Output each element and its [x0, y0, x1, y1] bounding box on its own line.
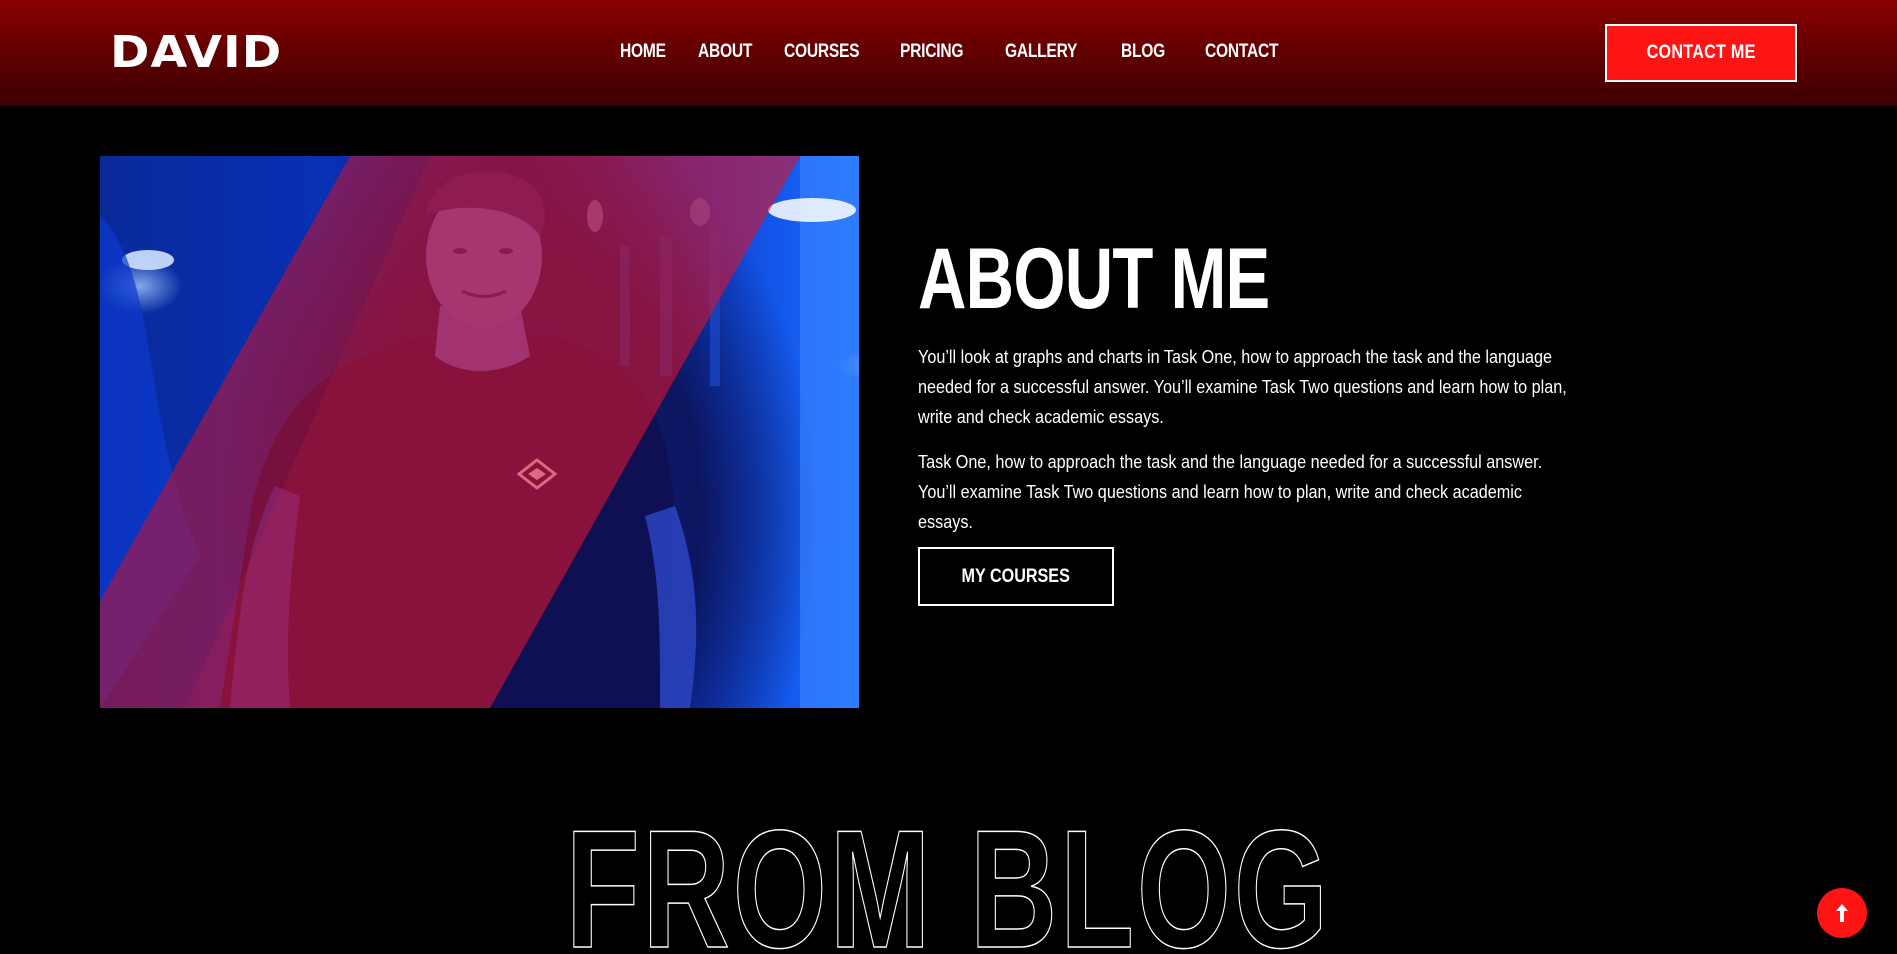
- nav-item-pricing[interactable]: PRICING: [900, 40, 963, 64]
- nav-item-gallery[interactable]: GALLERY: [1005, 40, 1077, 64]
- about-paragraph-1-text: You’ll look at graphs and charts in Task…: [918, 347, 1567, 427]
- contact-me-label: CONTACT ME: [1646, 42, 1756, 63]
- about-title: ABOUT ME: [918, 231, 1270, 327]
- about-paragraph-1: You’ll look at graphs and charts in Task…: [918, 342, 1578, 432]
- contact-me-button[interactable]: CONTACT ME: [1605, 24, 1797, 82]
- nav-item-blog[interactable]: BLOG: [1121, 40, 1165, 64]
- trainer-illustration: [100, 156, 859, 708]
- site-header: DAVID HOME ABOUT COURSES PRICING GALLERY…: [0, 0, 1897, 106]
- about-paragraph-2-text: Task One, how to approach the task and t…: [918, 452, 1543, 532]
- nav-item-home[interactable]: HOME: [620, 40, 666, 64]
- trainer-photo: [100, 156, 859, 708]
- my-courses-label: MY COURSES: [961, 565, 1071, 587]
- blog-section-title-text: FROM BLOG: [565, 795, 1332, 954]
- about-paragraph-2: Task One, how to approach the task and t…: [918, 447, 1578, 537]
- blog-section-title: FROM BLOG: [0, 795, 1897, 954]
- arrow-up-icon: [1836, 904, 1848, 922]
- scroll-to-top-button[interactable]: [1817, 888, 1867, 938]
- logo[interactable]: DAVID: [110, 28, 282, 78]
- nav-item-contact[interactable]: CONTACT: [1205, 40, 1279, 64]
- nav-item-about[interactable]: ABOUT: [698, 40, 752, 64]
- main-nav: HOME ABOUT COURSES PRICING GALLERY BLOG …: [620, 40, 1294, 64]
- nav-item-courses[interactable]: COURSES: [784, 40, 860, 64]
- my-courses-button[interactable]: MY COURSES: [918, 547, 1114, 606]
